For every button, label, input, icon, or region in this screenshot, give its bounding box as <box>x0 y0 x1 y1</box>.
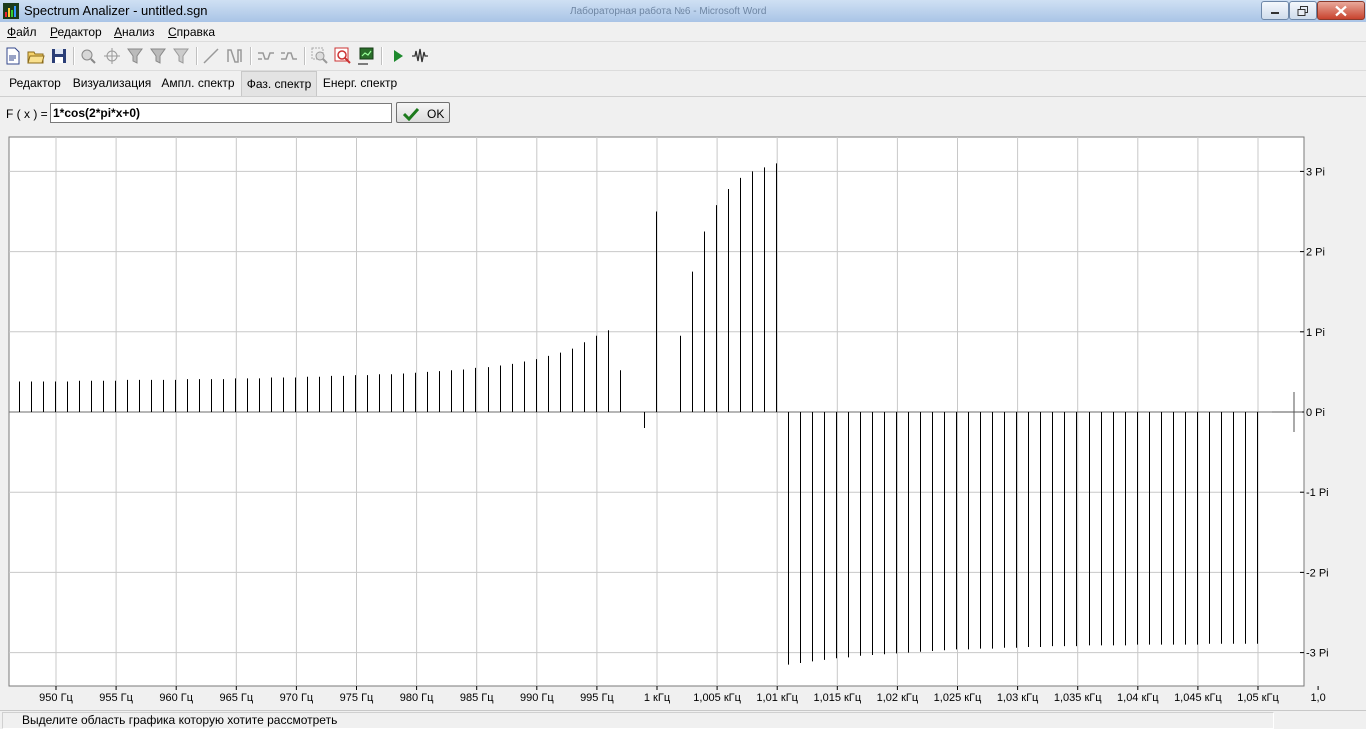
step-line-icon[interactable] <box>226 47 244 65</box>
y-tick-label: -1 Pi <box>1306 487 1329 499</box>
ok-button[interactable]: OK <box>396 102 450 123</box>
x-tick-label: 995 Гц <box>580 692 614 704</box>
x-tick-label: 985 Гц <box>460 692 494 704</box>
toolbar-separator <box>304 47 306 65</box>
menu-editor[interactable]: Редактор <box>50 25 102 39</box>
status-text: Выделите область графика которую хотите … <box>22 713 338 727</box>
filter-funnel-icon[interactable] <box>149 47 167 65</box>
tab-energy-spectrum[interactable]: Енерг. спектр <box>319 71 401 95</box>
status-bar: Выделите область графика которую хотите … <box>0 710 1366 729</box>
y-tick-label: 2 Pi <box>1306 247 1325 259</box>
toolbar-separator <box>381 47 383 65</box>
menu-analysis[interactable]: Анализ <box>114 25 155 39</box>
x-tick-label: 1,035 кГц <box>1054 692 1102 704</box>
tab-amplitude-spectrum[interactable]: Ампл. спектр <box>158 71 238 95</box>
tab-bar: Редактор Визуализация Ампл. спектр Фаз. … <box>0 71 1366 97</box>
zoom-region-icon[interactable] <box>311 47 329 65</box>
minimize-icon <box>1271 11 1279 14</box>
x-tick-label: 1,025 кГц <box>934 692 982 704</box>
crosshair-icon[interactable] <box>103 47 121 65</box>
x-tick-label: 1,05 кГц <box>1237 692 1279 704</box>
play-icon[interactable] <box>389 47 407 65</box>
chart-export-icon[interactable] <box>357 47 375 65</box>
app-icon <box>3 3 19 19</box>
tab-editor[interactable]: Редактор <box>4 71 66 95</box>
y-tick-label: 3 Pi <box>1306 166 1325 178</box>
restore-icon <box>1297 5 1308 16</box>
x-tick-label: 1,015 кГц <box>813 692 861 704</box>
save-disk-icon[interactable] <box>50 47 68 65</box>
checkmark-icon <box>403 107 419 121</box>
close-icon <box>1335 5 1347 16</box>
phase-spectrum-chart[interactable]: 3 Pi2 Pi1 Pi0 Pi-1 Pi-2 Pi-3 Pi 4950 Гц9… <box>0 128 1366 710</box>
x-tick-label: 1,03 кГц <box>997 692 1039 704</box>
y-tick-label: -3 Pi <box>1306 648 1329 660</box>
zoom-chart-icon[interactable] <box>334 47 352 65</box>
zoom-lens-icon[interactable] <box>79 47 97 65</box>
menu-file[interactable]: Файл <box>7 25 37 39</box>
line-tool-icon[interactable] <box>202 47 220 65</box>
x-tick-label: 1,02 кГц <box>877 692 919 704</box>
ok-button-label: OK <box>427 107 445 121</box>
waveform-icon[interactable] <box>411 47 429 65</box>
toolbar-separator <box>250 47 252 65</box>
formula-input[interactable] <box>50 103 392 123</box>
close-button[interactable] <box>1317 1 1365 20</box>
x-tick-label: 950 Гц <box>39 692 73 704</box>
menu-help[interactable]: Справка <box>168 25 215 39</box>
x-tick-label: 1,0 <box>1310 692 1325 704</box>
y-tick-label: 0 Pi <box>1306 407 1325 419</box>
minimize-button[interactable] <box>1261 1 1289 20</box>
signal-shape-icon[interactable] <box>280 47 298 65</box>
plot-area[interactable]: 3 Pi2 Pi1 Pi0 Pi-1 Pi-2 Pi-3 Pi 4950 Гц9… <box>0 128 1366 710</box>
toolbar-separator <box>196 47 198 65</box>
x-tick-label: 970 Гц <box>280 692 314 704</box>
formula-label: F ( x ) = <box>6 107 48 121</box>
window-title: Spectrum Analizer - untitled.sgn <box>24 3 208 18</box>
menu-bar: Файл Редактор Анализ Справка <box>0 22 1366 42</box>
x-tick-label: 1,01 кГц <box>756 692 798 704</box>
tab-visualization[interactable]: Визуализация <box>70 71 154 95</box>
signal-shape-icon[interactable] <box>257 47 275 65</box>
x-tick-label: 980 Гц <box>400 692 434 704</box>
x-tick-label: 1 кГц <box>644 692 671 704</box>
toolbar <box>0 42 1366 71</box>
x-tick-label: 1,045 кГц <box>1174 692 1222 704</box>
filter-funnel-icon[interactable] <box>172 47 190 65</box>
background-window-title: Лабораторная работа №6 - Microsoft Word <box>570 6 767 17</box>
x-tick-label: 990 Гц <box>520 692 554 704</box>
new-file-icon[interactable] <box>4 47 22 65</box>
x-tick-label: 955 Гц <box>99 692 133 704</box>
restore-button[interactable] <box>1289 1 1317 20</box>
x-tick-label: 975 Гц <box>340 692 374 704</box>
y-tick-label: -2 Pi <box>1306 567 1329 579</box>
x-tick-label: 960 Гц <box>159 692 193 704</box>
toolbar-separator <box>73 47 75 65</box>
filter-funnel-icon[interactable] <box>126 47 144 65</box>
x-tick-label: 965 Гц <box>219 692 253 704</box>
x-tick-label: 1,04 кГц <box>1117 692 1159 704</box>
title-bar: Spectrum Analizer - untitled.sgn Лаборат… <box>0 0 1366 23</box>
x-tick-label: 1,005 кГц <box>693 692 741 704</box>
y-tick-label: 1 Pi <box>1306 327 1325 339</box>
open-folder-icon[interactable] <box>27 47 45 65</box>
tab-phase-spectrum[interactable]: Фаз. спектр <box>241 71 317 96</box>
